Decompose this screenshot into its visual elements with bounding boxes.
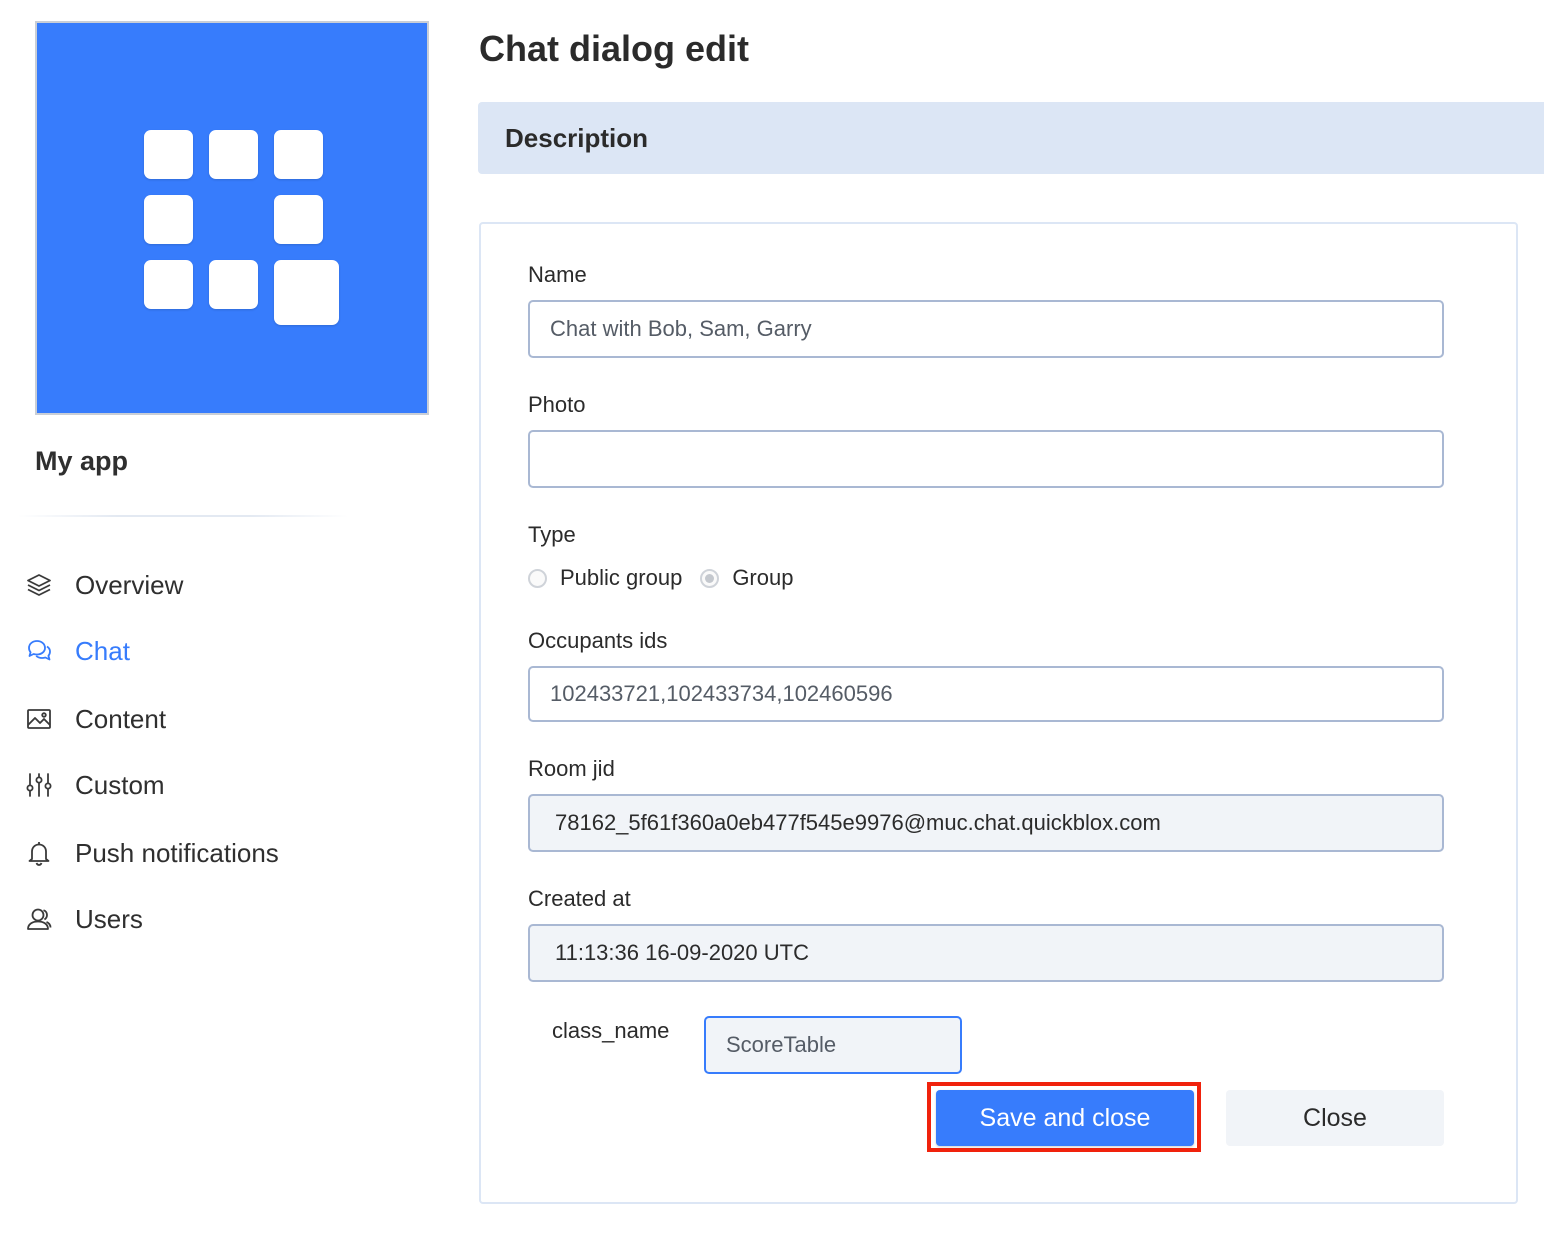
sidebar-item-label: Chat xyxy=(75,635,130,666)
radio-group-circle[interactable] xyxy=(700,568,720,588)
occupants-input[interactable] xyxy=(528,666,1444,722)
grid-icon xyxy=(37,23,427,413)
app-name: My app xyxy=(35,446,129,476)
sidebar-item-users[interactable]: Users xyxy=(24,894,404,944)
sidebar-item-label: Push notifications xyxy=(75,837,279,868)
radio-public-group-circle[interactable] xyxy=(528,568,547,588)
logo-tile xyxy=(274,195,323,244)
section-title: Description xyxy=(505,122,649,153)
logo-tile xyxy=(144,195,193,244)
photo-label: Photo xyxy=(528,392,586,417)
occupants-label: Occupants ids xyxy=(528,628,668,653)
logo-tile xyxy=(144,130,193,179)
page-title: Chat dialog edit xyxy=(479,28,749,69)
radio-public-group-label: Public group xyxy=(560,565,683,590)
save-and-close-button[interactable]: Save and close xyxy=(936,1090,1194,1146)
room-jid-field xyxy=(528,794,1444,852)
sidebar-item-label: Content xyxy=(75,703,167,734)
chat-bubbles-icon xyxy=(24,636,54,666)
sidebar-item-content[interactable]: Content xyxy=(24,694,404,744)
sidebar-item-label: Users xyxy=(75,903,143,934)
sidebar-item-label: Overview xyxy=(75,569,184,600)
image-icon xyxy=(24,704,54,734)
sidebar-item-overview[interactable]: Overview xyxy=(24,560,404,610)
name-label: Name xyxy=(528,262,587,287)
class-name-input[interactable] xyxy=(704,1016,962,1074)
section-header-description: Description xyxy=(478,102,1544,174)
close-button[interactable]: Close xyxy=(1226,1090,1444,1146)
photo-input[interactable] xyxy=(528,430,1444,488)
app-logo xyxy=(35,21,429,415)
created-at-field xyxy=(528,924,1444,982)
sidebar-item-label: Custom xyxy=(75,769,165,800)
class-name-label: class_name xyxy=(552,1018,670,1043)
bell-icon xyxy=(24,838,54,868)
sliders-icon xyxy=(24,770,54,800)
logo-tile xyxy=(209,260,258,309)
layers-icon xyxy=(24,570,54,600)
users-icon xyxy=(24,904,54,934)
sidebar-item-push-notifications[interactable]: Push notifications xyxy=(24,828,404,878)
created-at-label: Created at xyxy=(528,886,631,911)
radio-group[interactable]: Group xyxy=(700,565,793,591)
sidebar-item-custom[interactable]: Custom xyxy=(24,760,404,810)
radio-public-group[interactable]: Public group xyxy=(528,565,682,591)
type-radio-group: Public group Group xyxy=(528,562,811,594)
logo-tile xyxy=(274,260,339,325)
sidebar-divider xyxy=(18,515,348,517)
name-input[interactable] xyxy=(528,300,1444,358)
sidebar-item-chat[interactable]: Chat xyxy=(24,626,404,676)
logo-tile xyxy=(209,130,258,179)
logo-tile xyxy=(144,260,193,309)
type-label: Type xyxy=(528,522,576,547)
radio-group-label: Group xyxy=(732,565,794,590)
room-jid-label: Room jid xyxy=(528,756,615,781)
logo-tile xyxy=(274,130,323,179)
